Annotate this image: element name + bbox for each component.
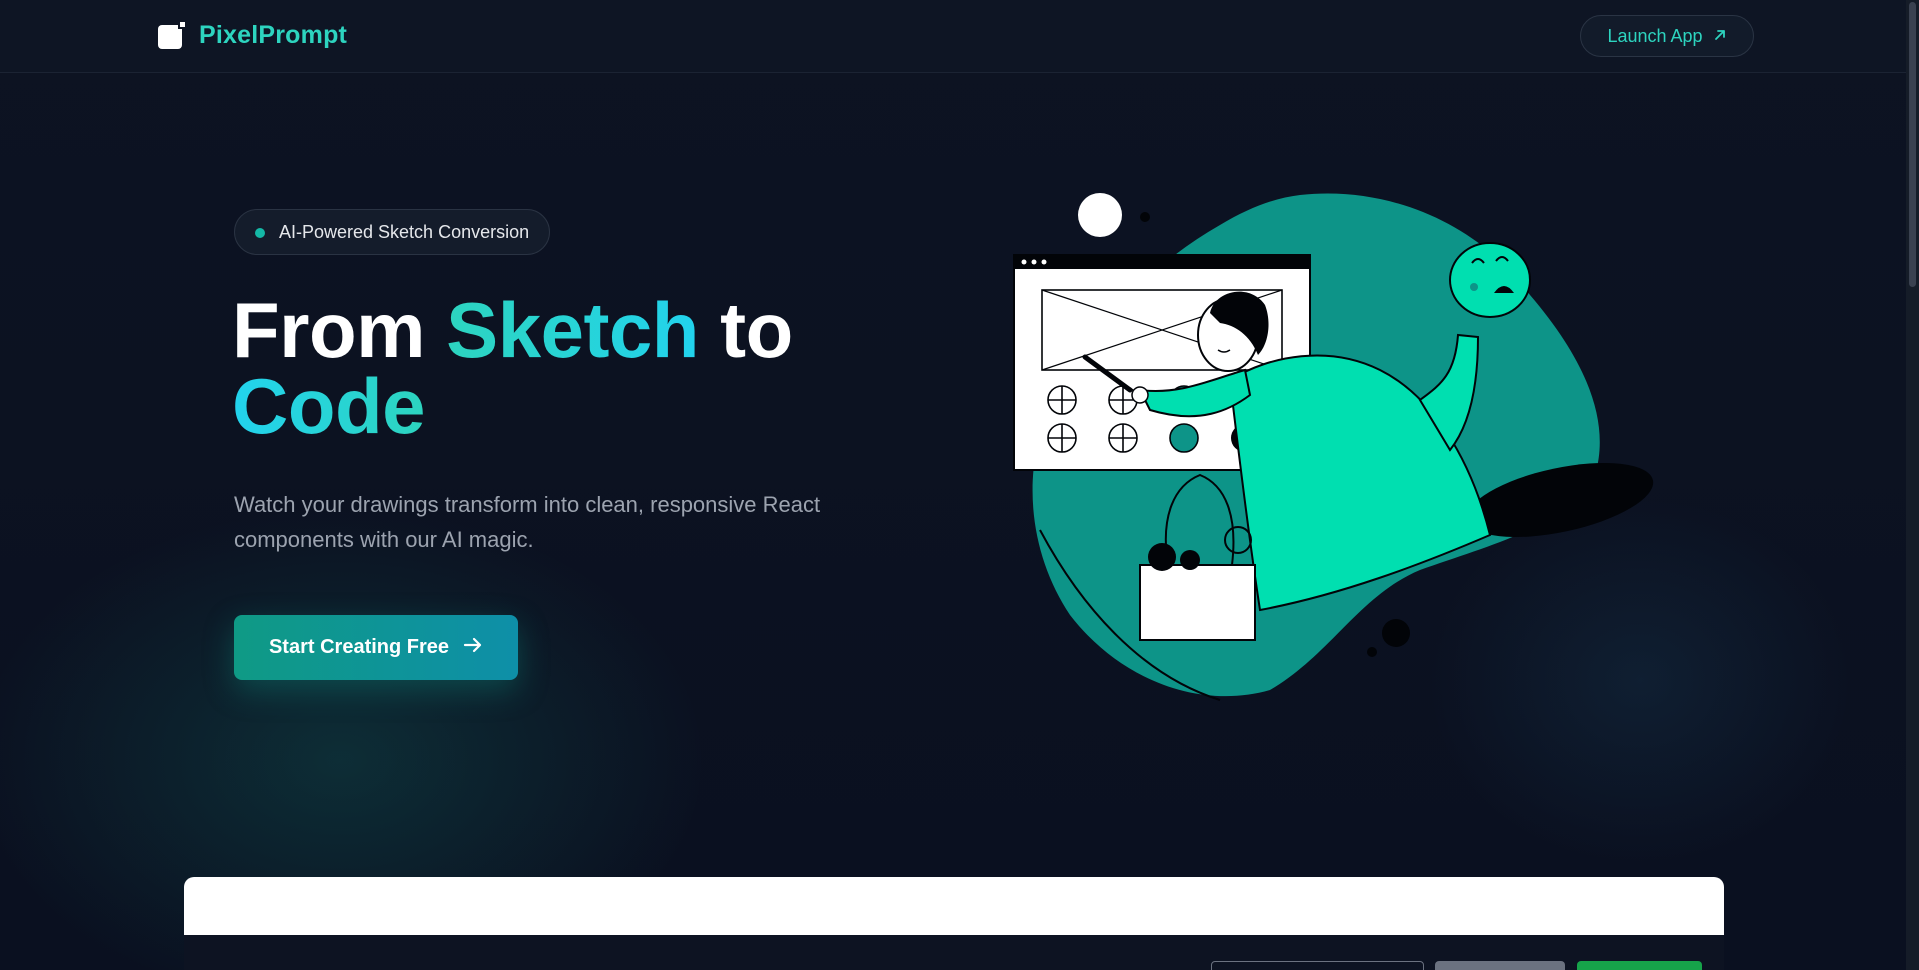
landing-page: PixelPrompt Launch App AI-Powered Sketch… [0,0,1919,970]
headline-accent-sketch: Sketch [446,286,699,374]
start-creating-button[interactable]: Start Creating Free [234,615,518,680]
headline-accent-code: Code [232,362,426,450]
hero-illustration [1000,185,1660,705]
headline-text-2: to [698,286,793,374]
top-navbar: PixelPrompt Launch App [0,0,1906,73]
launch-app-label: Launch App [1607,25,1703,46]
toolbar-button-outline[interactable] [1211,961,1424,970]
headline-text-1: From [232,286,447,374]
arrow-up-right-icon [1713,26,1727,47]
brand-logo[interactable]: PixelPrompt [157,20,347,50]
arrow-right-icon [463,636,483,660]
pixel-square-logo-icon [157,20,187,50]
toolbar-button-green[interactable] [1577,961,1702,970]
page-scrollbar[interactable] [1906,0,1919,970]
hero-subtitle: Watch your drawings transform into clean… [234,492,821,552]
scrollbar-thumb[interactable] [1909,2,1916,287]
launch-app-button[interactable]: Launch App [1580,15,1754,57]
badge-dot-icon [255,228,265,238]
toolbar-button-gray[interactable] [1435,961,1565,970]
badge-text: AI-Powered Sketch Conversion [279,221,530,242]
feature-badge: AI-Powered Sketch Conversion [234,209,551,255]
cta-label: Start Creating Free [268,636,450,658]
hero-headline: From Sketch to Code [232,291,793,445]
brand-name: PixelPrompt [199,20,348,49]
